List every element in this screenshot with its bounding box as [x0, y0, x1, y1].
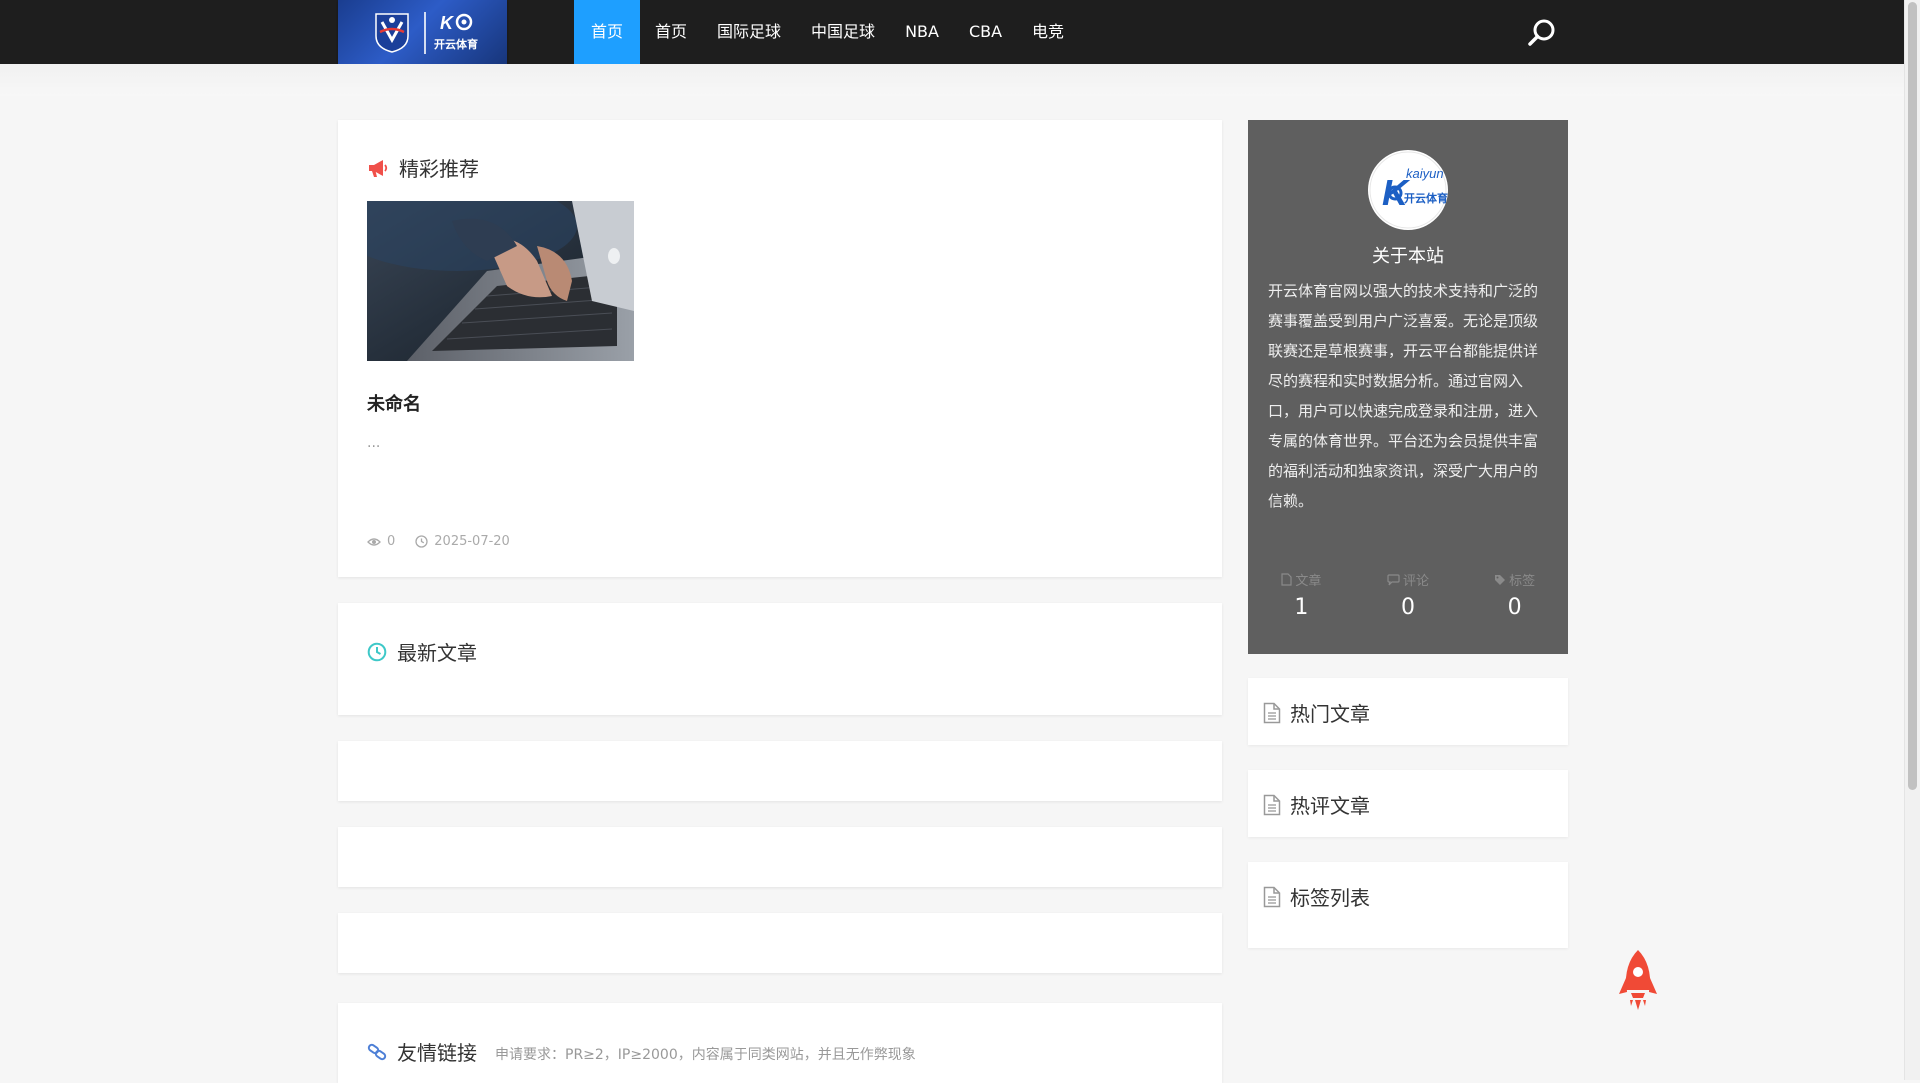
stat-comments: 评论 0: [1355, 570, 1462, 620]
friend-links-requirement: 申请要求：PR≥2，IP≥2000，内容属于同类网站，并且无作弊现象: [495, 1046, 916, 1063]
latest-title: 最新文章: [367, 637, 477, 666]
clock-icon: [415, 535, 428, 548]
svg-text:开云体育: 开云体育: [1404, 191, 1448, 205]
megaphone-icon: [369, 159, 388, 177]
logo-text: 开云体育: [434, 38, 478, 51]
featured-title: 精彩推荐: [367, 153, 479, 182]
page-scrollbar[interactable]: [1904, 0, 1920, 1080]
views-count: 0: [387, 534, 396, 549]
widget-hot-posts-title: 热门文章: [1263, 698, 1370, 727]
document-icon: [1263, 794, 1281, 815]
file-icon: [1281, 573, 1292, 586]
stat-comments-label: 评论: [1355, 570, 1462, 589]
date-meta: 2025-07-20: [415, 534, 510, 549]
stat-tags-label: 标签: [1461, 570, 1568, 589]
laptop-typing-image: [367, 201, 634, 361]
nav-item-international-football[interactable]: 国际足球: [702, 0, 796, 64]
top-navbar: K 开云体育 首页 首页 国际足球 中国足球 NBA CBA 电竞: [0, 0, 1904, 66]
empty-post-slot: [338, 913, 1222, 973]
logo-divider: [424, 12, 426, 54]
widget-hot-comments-title: 热评文章: [1263, 790, 1370, 819]
friend-links-card: 友情链接 申请要求：PR≥2，IP≥2000，内容属于同类网站，并且无作弊现象: [338, 1003, 1222, 1083]
friend-links-title: 友情链接 申请要求：PR≥2，IP≥2000，内容属于同类网站，并且无作弊现象: [367, 1037, 916, 1066]
comment-icon: [1387, 573, 1400, 585]
avatar: K kaiyun 开云体育: [1368, 150, 1448, 230]
post-excerpt: ...: [367, 435, 381, 451]
nav-item-chinese-football[interactable]: 中国足球: [796, 0, 890, 64]
stat-posts-label: 文章: [1248, 570, 1355, 589]
scrollbar-thumb[interactable]: [1908, 2, 1917, 790]
post-thumbnail[interactable]: [367, 201, 634, 361]
tag-icon: [1495, 574, 1506, 585]
nav-item-nba[interactable]: NBA: [890, 0, 954, 64]
stat-posts: 文章 1: [1248, 570, 1355, 620]
header-strip: [0, 64, 1904, 96]
post-meta: 0 2025-07-20: [367, 534, 530, 549]
eagle-crest-icon: [375, 13, 409, 53]
empty-post-slot: [338, 741, 1222, 801]
svg-text:kaiyun: kaiyun: [1406, 166, 1444, 181]
post-title[interactable]: 未命名: [367, 390, 421, 416]
kaiyun-logo-icon: K kaiyun 开云体育: [1369, 151, 1448, 229]
about-description: 开云体育官网以强大的技术支持和广泛的赛事覆盖受到用户广泛喜爱。无论是顶级联赛还是…: [1268, 282, 1539, 510]
widget-tag-list-title: 标签列表: [1263, 882, 1370, 911]
back-to-top-rocket-icon[interactable]: [1616, 948, 1660, 1012]
document-icon: [1263, 886, 1281, 907]
nav-item-cba[interactable]: CBA: [954, 0, 1017, 64]
eye-icon: [367, 537, 381, 546]
nav-item-esports[interactable]: 电竞: [1017, 0, 1079, 64]
featured-card: 精彩推荐 未命名 ... 0 2025-07-20: [338, 120, 1222, 577]
nav-item-home[interactable]: 首页: [640, 0, 702, 64]
search-icon[interactable]: [1526, 17, 1558, 49]
main-nav: 首页 首页 国际足球 中国足球 NBA CBA 电竞: [574, 0, 1079, 64]
views-meta: 0: [367, 534, 395, 549]
widget-hot-posts: 热门文章: [1248, 678, 1568, 745]
widget-hot-comments: 热评文章: [1248, 770, 1568, 837]
about-panel: K kaiyun 开云体育 关于本站 开云体育官网以强大的技术支持和广泛的赛事覆…: [1248, 120, 1568, 654]
nav-item-home-active[interactable]: 首页: [574, 0, 641, 64]
clock-icon: [367, 642, 387, 661]
link-icon: [367, 1043, 387, 1060]
stat-tags: 标签 0: [1461, 570, 1568, 620]
featured-title-text: 精彩推荐: [399, 157, 479, 181]
kaiyun-mark-icon: K: [440, 13, 473, 33]
site-stats: 文章 1 评论 0 标签 0: [1248, 570, 1568, 620]
latest-card: 最新文章: [338, 603, 1222, 715]
empty-post-slot: [338, 827, 1222, 887]
latest-title-text: 最新文章: [397, 641, 477, 665]
stat-posts-value: 1: [1294, 595, 1309, 620]
post-date: 2025-07-20: [434, 534, 510, 549]
document-icon: [1263, 702, 1281, 723]
svg-text:K: K: [440, 13, 455, 33]
about-title: 关于本站: [1372, 246, 1444, 267]
site-logo[interactable]: K 开云体育: [338, 0, 507, 66]
friend-links-title-text: 友情链接: [397, 1041, 477, 1065]
stat-tags-value: 0: [1507, 595, 1522, 620]
widget-tag-list: 标签列表: [1248, 862, 1568, 948]
stat-comments-value: 0: [1401, 595, 1415, 620]
